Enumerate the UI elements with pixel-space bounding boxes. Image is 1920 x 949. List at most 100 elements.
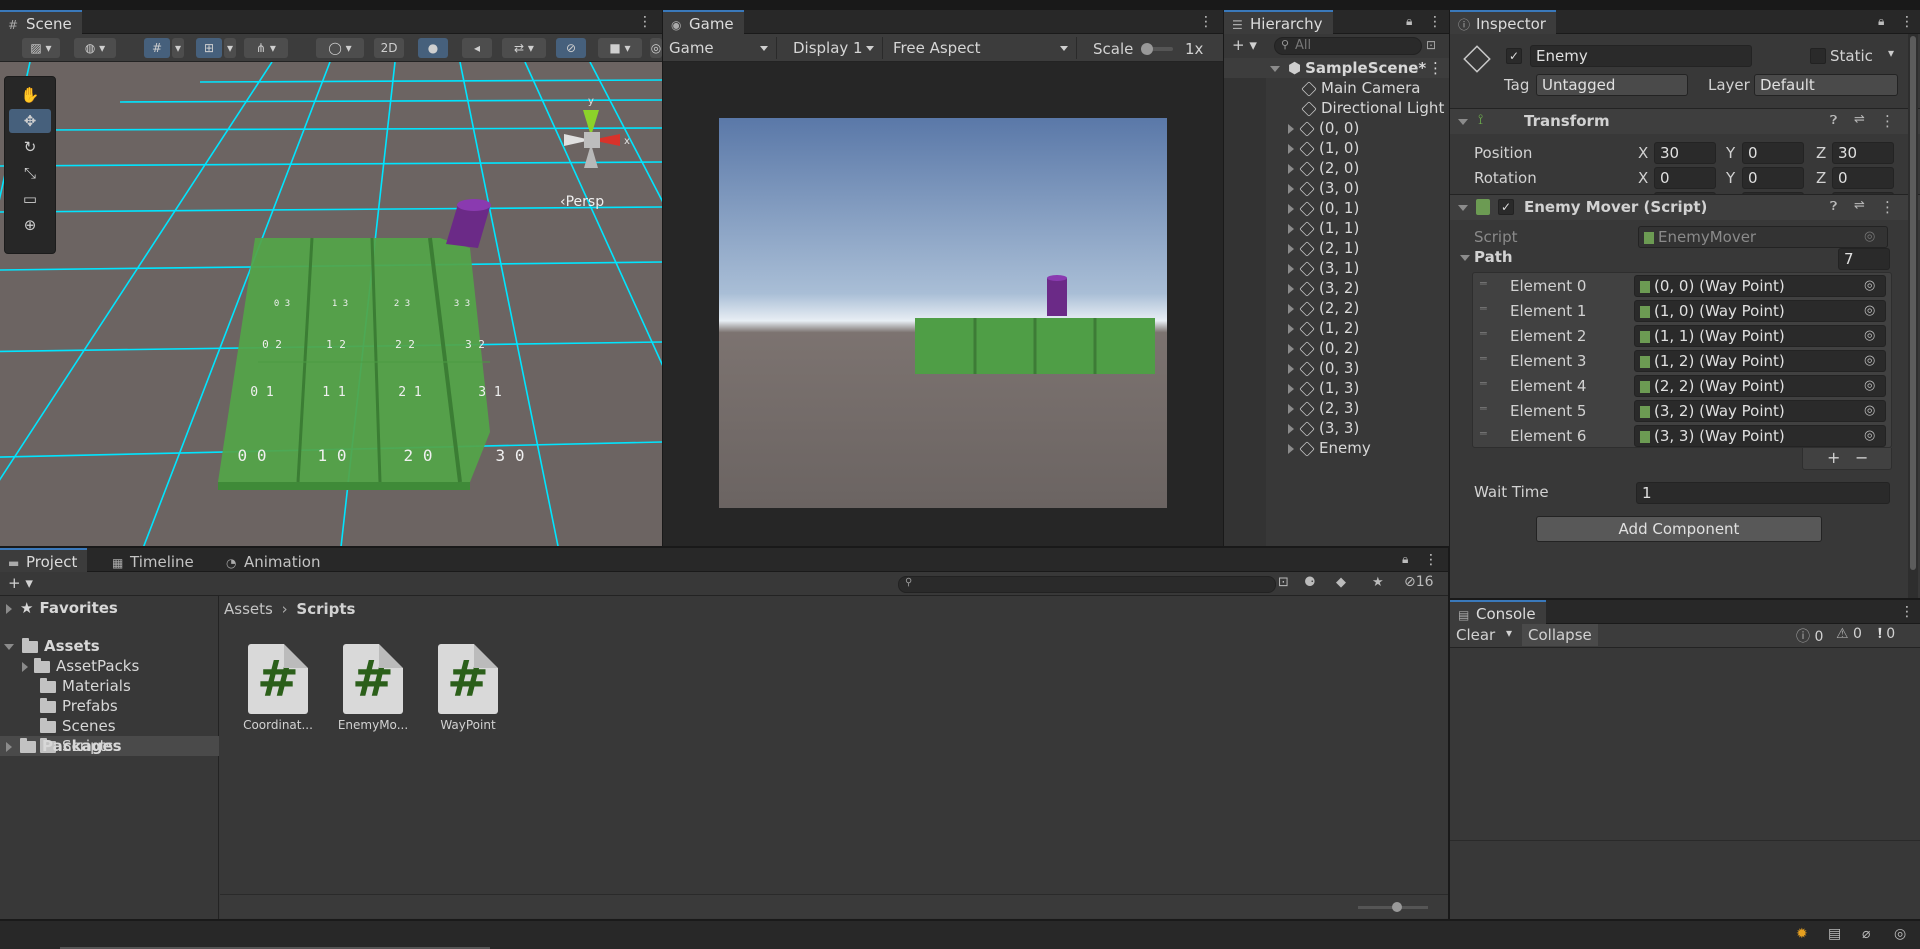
- hierarchy-item[interactable]: (3, 1): [1224, 258, 1449, 278]
- waypoint-object-field[interactable]: (1, 2) (Way Point): [1634, 350, 1886, 372]
- icon-size-slider[interactable]: [1358, 902, 1428, 912]
- waypoint-object-field[interactable]: (3, 2) (Way Point): [1634, 400, 1886, 422]
- tab-game[interactable]: ◉ Game: [663, 10, 744, 34]
- hierarchy-item[interactable]: (0, 0): [1224, 118, 1449, 138]
- lighting-toggle-icon[interactable]: ●: [418, 38, 448, 58]
- position-x-field[interactable]: 30: [1654, 142, 1716, 164]
- scene-root-row[interactable]: ⬢ SampleScene* ⋮: [1224, 58, 1449, 78]
- script-asset-enemymover[interactable]: # EnemyMo...: [333, 644, 413, 732]
- transform-tool-icon[interactable]: ⊕: [9, 213, 51, 237]
- rotation-z-field[interactable]: 0: [1832, 167, 1894, 189]
- favorites-row[interactable]: ★ Favorites: [6, 598, 118, 618]
- audio-toggle-icon[interactable]: ◂: [462, 38, 492, 58]
- transform-menu-icon[interactable]: ⋮: [1880, 112, 1895, 130]
- favorites-star-icon[interactable]: ★: [1372, 575, 1384, 590]
- hierarchy-item[interactable]: (1, 2): [1224, 318, 1449, 338]
- rotate-tool-icon[interactable]: ↻: [9, 135, 51, 159]
- hierarchy-item[interactable]: (0, 1): [1224, 198, 1449, 218]
- drag-handle-icon[interactable]: ═: [1480, 352, 1487, 365]
- create-dropdown[interactable]: + ▾: [1232, 36, 1257, 54]
- enemy-mover-help-icon[interactable]: ❓︎: [1830, 199, 1837, 214]
- lock-icon[interactable]: 🔒︎: [1406, 13, 1420, 29]
- transform-header[interactable]: ⟟ Transform ❓︎ ⇌ ⋮: [1450, 108, 1920, 134]
- axis-label-x[interactable]: X: [1638, 144, 1648, 162]
- position-z-field[interactable]: 30: [1832, 142, 1894, 164]
- static-checkbox[interactable]: [1810, 48, 1826, 64]
- rect-tool-icon[interactable]: ▭: [9, 187, 51, 211]
- scene-viewport[interactable]: 0 3 1 3 2 3 3 3 0 2 1 2 2 2 3 2 0 1 1 1 2 1 3 1 0 0 1…: [0, 62, 662, 546]
- hierarchy-item[interactable]: (3, 0): [1224, 178, 1449, 198]
- rotation-x-field[interactable]: 0: [1654, 167, 1716, 189]
- folder-item[interactable]: AssetPacks: [0, 656, 219, 676]
- debug-icon[interactable]: ✹: [1796, 926, 1808, 942]
- expand-arrow-icon[interactable]: [1288, 183, 1294, 194]
- hierarchy-item[interactable]: (0, 3): [1224, 358, 1449, 378]
- enemy-mover-header[interactable]: ✓ Enemy Mover (Script) ❓︎ ⇌ ⋮: [1450, 194, 1920, 220]
- favorites-expand-icon[interactable]: [6, 603, 12, 614]
- remove-element-button[interactable]: −: [1855, 448, 1868, 467]
- drag-handle-icon[interactable]: ═: [1480, 327, 1487, 340]
- project-create-dropdown[interactable]: + ▾: [8, 574, 33, 592]
- hierarchy-item[interactable]: (3, 2): [1224, 278, 1449, 298]
- hierarchy-search-input[interactable]: ⚲ All: [1274, 37, 1422, 55]
- drag-handle-icon[interactable]: ═: [1480, 402, 1487, 415]
- expand-arrow-icon[interactable]: [1288, 123, 1294, 134]
- packages-expand-icon[interactable]: [6, 741, 12, 752]
- scrollbar-thumb[interactable]: [1910, 36, 1916, 570]
- drag-handle-icon[interactable]: ═: [1480, 302, 1487, 315]
- expand-arrow-icon[interactable]: [1288, 403, 1294, 414]
- presets-icon[interactable]: ⇌: [1854, 112, 1865, 127]
- static-dropdown-icon[interactable]: ▾: [1888, 46, 1894, 60]
- path-fold-icon[interactable]: [1460, 255, 1470, 261]
- object-picker-icon[interactable]: ◎: [1864, 303, 1875, 318]
- expand-arrow-icon[interactable]: [1288, 423, 1294, 434]
- expand-arrow-icon[interactable]: [1288, 443, 1294, 454]
- scale-tool-icon[interactable]: ⤡: [9, 161, 51, 185]
- object-picker-icon[interactable]: ◎: [1864, 428, 1875, 443]
- warning-count[interactable]: ⚠ 0: [1836, 626, 1862, 642]
- axis-label-y[interactable]: Y: [1726, 144, 1735, 162]
- help-icon[interactable]: ❓︎: [1830, 113, 1837, 128]
- hierarchy-item[interactable]: (2, 3): [1224, 398, 1449, 418]
- tab-animation[interactable]: ◔ Animation: [218, 548, 330, 572]
- hierarchy-item[interactable]: (2, 0): [1224, 158, 1449, 178]
- filter-by-type-icon[interactable]: ⚈: [1304, 575, 1316, 590]
- object-picker-icon[interactable]: ◎: [1864, 353, 1875, 368]
- inspector-scrollbar[interactable]: [1908, 34, 1918, 598]
- scale-slider[interactable]: [1141, 43, 1173, 55]
- expand-arrow-icon[interactable]: [1288, 243, 1294, 254]
- hidden-packages-toggle[interactable]: ⊘16: [1404, 574, 1434, 590]
- breadcrumb-scripts[interactable]: Scripts: [296, 600, 355, 618]
- expand-arrow-icon[interactable]: [1288, 283, 1294, 294]
- object-picker-icon[interactable]: ◎: [1864, 378, 1875, 393]
- waypoint-object-field[interactable]: (1, 0) (Way Point): [1634, 300, 1886, 322]
- waypoint-object-field[interactable]: (2, 2) (Way Point): [1634, 375, 1886, 397]
- object-picker-icon[interactable]: ◎: [1864, 328, 1875, 343]
- folder-item[interactable]: Prefabs: [0, 696, 219, 716]
- object-picker-icon[interactable]: ◎: [1864, 403, 1875, 418]
- tab-timeline[interactable]: ▦ Timeline: [104, 548, 204, 572]
- hand-tool-icon[interactable]: ✋: [9, 83, 51, 107]
- waypoint-object-field[interactable]: (1, 1) (Way Point): [1634, 325, 1886, 347]
- layer-dropdown[interactable]: Default: [1754, 74, 1898, 96]
- collapse-button[interactable]: Collapse: [1522, 624, 1598, 646]
- scene-menu-icon[interactable]: ⋮: [638, 12, 652, 32]
- search-by-type-icon[interactable]: ⊡: [1278, 575, 1289, 590]
- hierarchy-item[interactable]: (2, 2): [1224, 298, 1449, 318]
- waypoint-object-field[interactable]: (0, 0) (Way Point): [1634, 275, 1886, 297]
- wait-time-field[interactable]: 1: [1636, 482, 1890, 504]
- expand-arrow-icon[interactable]: [1288, 163, 1294, 174]
- game-view-dropdown[interactable]: Game: [663, 37, 777, 59]
- assets-row[interactable]: Assets: [4, 636, 100, 656]
- snap-dropdown-icon[interactable]: ▾: [172, 38, 184, 58]
- clear-dropdown-icon[interactable]: ▾: [1506, 626, 1512, 640]
- axis-label-y[interactable]: Y: [1726, 169, 1735, 187]
- packages-row[interactable]: Packages: [6, 736, 122, 756]
- expand-arrow-icon[interactable]: [1288, 143, 1294, 154]
- enemy-mover-menu-icon[interactable]: ⋮: [1880, 198, 1895, 216]
- aspect-dropdown[interactable]: Free Aspect: [887, 37, 1077, 59]
- scale-slider-thumb[interactable]: [1141, 43, 1153, 55]
- hierarchy-item[interactable]: (2, 1): [1224, 238, 1449, 258]
- drag-handle-icon[interactable]: ═: [1480, 377, 1487, 390]
- expand-arrow-icon[interactable]: [1288, 203, 1294, 214]
